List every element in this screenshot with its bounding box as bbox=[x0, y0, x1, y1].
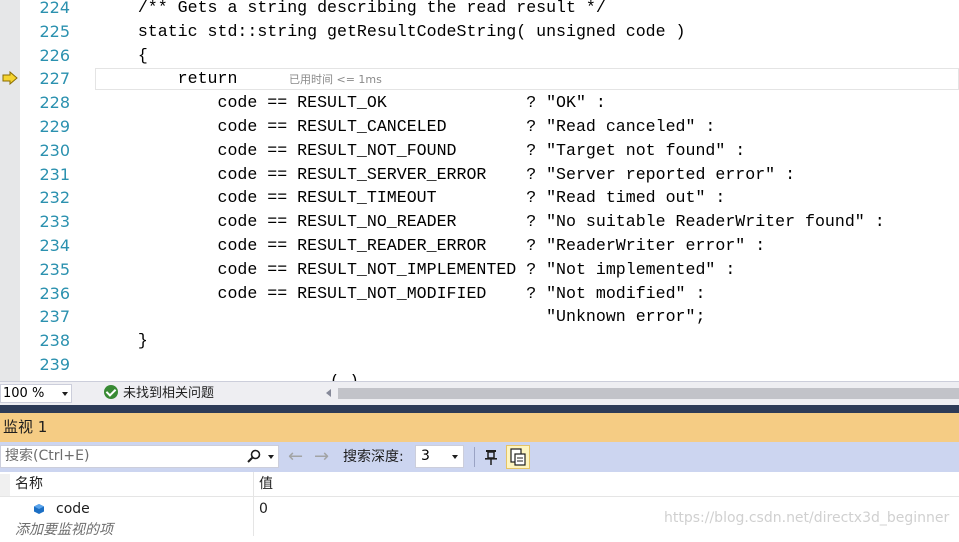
line-number: 224 bbox=[39, 0, 70, 17]
code-text[interactable]: code == RESULT_READER_ERROR ? "ReaderWri… bbox=[98, 234, 765, 258]
column-header-name[interactable]: 名称 bbox=[15, 472, 43, 497]
code-line[interactable]: 227 return 已用时间 <= 1ms bbox=[0, 67, 959, 91]
code-line[interactable]: 234 code == RESULT_READER_ERROR ? "Reade… bbox=[0, 234, 959, 258]
line-number: 230 bbox=[39, 140, 70, 160]
search-icon[interactable] bbox=[247, 449, 261, 463]
code-line[interactable]: 225 static std::string getResultCodeStri… bbox=[0, 20, 959, 44]
column-header-value[interactable]: 值 bbox=[259, 472, 273, 497]
code-line[interactable]: 231 code == RESULT_SERVER_ERROR ? "Serve… bbox=[0, 163, 959, 187]
code-text[interactable]: code == RESULT_NOT_MODIFIED ? "Not modif… bbox=[98, 282, 705, 306]
add-watch-placeholder[interactable]: 添加要监视的项 bbox=[15, 518, 113, 542]
code-line[interactable]: 233 code == RESULT_NO_READER ? "No suita… bbox=[0, 210, 959, 234]
line-number: 225 bbox=[39, 21, 70, 41]
search-depth-label: 搜索深度: bbox=[343, 449, 404, 465]
search-placeholder: 搜索(Ctrl+E) bbox=[5, 448, 90, 464]
code-line[interactable]: 236 code == RESULT_NOT_MODIFIED ? "Not m… bbox=[0, 282, 959, 306]
hex-display-icon bbox=[510, 448, 526, 466]
code-text[interactable]: code == RESULT_NOT_FOUND ? "Target not f… bbox=[98, 139, 745, 163]
editor-status-bar: 100 % 未找到相关问题 bbox=[0, 381, 959, 405]
code-text[interactable]: static std::string getResultCodeString( … bbox=[98, 20, 686, 44]
code-line[interactable]: 230 code == RESULT_NOT_FOUND ? "Target n… bbox=[0, 139, 959, 163]
search-back-arrow-icon[interactable]: ← bbox=[288, 448, 303, 466]
line-number: 234 bbox=[39, 236, 70, 255]
line-number: 237 bbox=[39, 307, 70, 327]
check-circle-icon bbox=[104, 385, 118, 399]
code-text[interactable]: /** Gets a string describing the read re… bbox=[98, 0, 606, 20]
code-line[interactable]: 228 code == RESULT_OK ? "OK" : bbox=[0, 91, 959, 115]
perf-tip: 已用时间 <= 1ms bbox=[289, 73, 382, 87]
issues-text: 未找到相关问题 bbox=[123, 386, 215, 401]
code-line-partial: ( ) bbox=[330, 374, 359, 381]
code-text[interactable]: code == RESULT_NOT_IMPLEMENTED ? "Not im… bbox=[98, 258, 735, 282]
code-line[interactable]: 229 code == RESULT_CANCELED ? "Read canc… bbox=[0, 115, 959, 139]
code-text[interactable]: code == RESULT_NO_READER ? "No suitable … bbox=[98, 210, 884, 234]
hex-display-button[interactable] bbox=[506, 445, 530, 469]
code-line[interactable]: 235 code == RESULT_NOT_IMPLEMENTED ? "No… bbox=[0, 258, 959, 282]
chevron-down-icon bbox=[62, 392, 68, 396]
watch-panel-title[interactable]: 监视 1 bbox=[0, 413, 959, 442]
line-number: 227 bbox=[39, 69, 70, 89]
watermark-text: https://blog.csdn.net/directx3d_beginner bbox=[664, 510, 950, 526]
code-line[interactable]: 239 bbox=[0, 353, 959, 377]
code-text[interactable]: code == RESULT_SERVER_ERROR ? "Server re… bbox=[98, 163, 795, 187]
search-options-chevron-icon[interactable] bbox=[268, 455, 274, 459]
issues-indicator[interactable]: 未找到相关问题 bbox=[104, 385, 214, 403]
row-header-strip bbox=[0, 474, 10, 496]
code-text[interactable]: "Unknown error"; bbox=[98, 305, 705, 329]
line-number: 236 bbox=[39, 283, 70, 303]
search-depth-value: 3 bbox=[421, 448, 430, 464]
code-line[interactable]: 224 /** Gets a string describing the rea… bbox=[0, 0, 959, 20]
code-text[interactable]: { bbox=[98, 44, 148, 68]
code-text[interactable]: code == RESULT_CANCELED ? "Read canceled… bbox=[98, 115, 715, 139]
variable-icon bbox=[34, 504, 44, 514]
search-forward-arrow-icon[interactable]: → bbox=[314, 448, 329, 466]
code-line[interactable]: 232 code == RESULT_TIMEOUT ? "Read timed… bbox=[0, 186, 959, 210]
watch-table-header: 名称 值 bbox=[0, 472, 959, 497]
code-line[interactable]: 226 { bbox=[0, 44, 959, 68]
toolbar-separator bbox=[474, 447, 475, 467]
watch-toolbar: 搜索(Ctrl+E) ← → 搜索深度: 3 bbox=[0, 442, 959, 472]
code-line[interactable]: 238 } bbox=[0, 329, 959, 353]
search-depth-select[interactable]: 3 bbox=[415, 445, 464, 468]
code-line[interactable]: 237 "Unknown error"; bbox=[0, 305, 959, 329]
code-editor[interactable]: 224 /** Gets a string describing the rea… bbox=[0, 0, 959, 381]
scroll-left-icon[interactable] bbox=[326, 389, 331, 397]
pin-icon[interactable] bbox=[482, 448, 500, 466]
panel-divider[interactable] bbox=[0, 405, 959, 413]
code-text[interactable]: code == RESULT_TIMEOUT ? "Read timed out… bbox=[98, 186, 725, 210]
line-number: 238 bbox=[39, 331, 70, 351]
line-number: 232 bbox=[39, 188, 70, 208]
line-number: 226 bbox=[39, 45, 70, 65]
line-number: 228 bbox=[39, 93, 70, 113]
line-number: 239 bbox=[39, 355, 70, 374]
code-text[interactable]: code == RESULT_OK ? "OK" : bbox=[98, 91, 605, 115]
zoom-value: 100 % bbox=[3, 386, 45, 401]
line-number: 235 bbox=[39, 259, 70, 279]
line-number: 233 bbox=[39, 212, 70, 232]
horizontal-scrollbar[interactable] bbox=[338, 388, 959, 399]
zoom-dropdown[interactable]: 100 % bbox=[0, 384, 72, 403]
code-text[interactable]: } bbox=[98, 329, 148, 353]
chevron-down-icon bbox=[452, 455, 458, 459]
line-number: 229 bbox=[39, 117, 70, 136]
search-input[interactable]: 搜索(Ctrl+E) bbox=[0, 445, 279, 468]
code-text[interactable]: return bbox=[98, 67, 238, 91]
line-number: 231 bbox=[39, 164, 70, 184]
